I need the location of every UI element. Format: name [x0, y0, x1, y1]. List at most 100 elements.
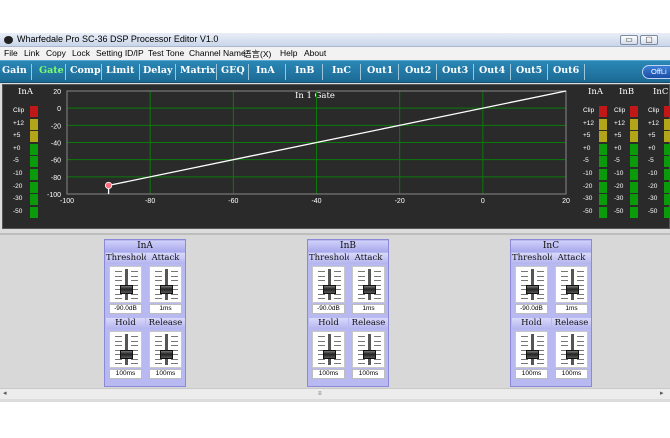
fader-tick: [334, 340, 341, 342]
tab-inb[interactable]: InB: [295, 65, 314, 76]
minimize-button[interactable]: ▭: [620, 35, 638, 45]
hold-value[interactable]: 100ms: [515, 369, 548, 379]
menu-language[interactable]: 语言(X): [243, 48, 271, 60]
tab-out2[interactable]: Out2: [405, 65, 431, 76]
tab-ina[interactable]: InA: [256, 65, 275, 76]
fader-tick: [374, 340, 381, 342]
fader-tick: [537, 336, 544, 337]
release-fader[interactable]: [352, 331, 385, 368]
attack-label: Attack: [146, 253, 185, 264]
hold-value[interactable]: 100ms: [312, 369, 345, 379]
tab-out1[interactable]: Out1: [367, 65, 393, 76]
release-value[interactable]: 100ms: [149, 369, 182, 379]
tab-separator: [175, 64, 176, 80]
right-meter-title: InB: [619, 87, 635, 97]
fader-knob[interactable]: [526, 285, 539, 294]
fader-tick: [155, 280, 162, 281]
menu-help[interactable]: Help: [280, 48, 297, 58]
right-meter-2-segment: [630, 106, 638, 117]
tab-gate[interactable]: Gate: [39, 65, 64, 76]
tab-out5[interactable]: Out5: [516, 65, 542, 76]
fader-tick: [537, 363, 544, 364]
gate-transfer-chart[interactable]: 20 0 -20 -40 -60 -80 -100-100 -80 -60 -40 -20 0 20: [3, 85, 670, 230]
fader-knob[interactable]: [566, 350, 579, 359]
x-tick-label: -60: [228, 198, 238, 205]
attack-fader[interactable]: [149, 266, 182, 303]
fader-tick: [521, 363, 528, 364]
threshold-fader[interactable]: [312, 266, 345, 303]
release-fader[interactable]: [555, 331, 588, 368]
tab-comp[interactable]: Comp: [70, 65, 101, 76]
tab-out3[interactable]: Out3: [442, 65, 468, 76]
attack-fader[interactable]: [352, 266, 385, 303]
fader-tick: [131, 298, 138, 299]
tab-geq[interactable]: GEQ: [221, 65, 245, 76]
fader-knob[interactable]: [120, 285, 133, 294]
fader-tick: [374, 271, 381, 272]
release-value[interactable]: 100ms: [352, 369, 385, 379]
menu-test-tone[interactable]: Test Tone: [148, 48, 184, 58]
tab-separator: [31, 64, 32, 80]
attack-value[interactable]: 1ms: [149, 304, 182, 314]
tab-delay[interactable]: Delay: [143, 65, 173, 76]
fader-tick: [171, 345, 178, 346]
scroll-right-arrow-icon[interactable]: ▸: [660, 389, 664, 397]
fader-knob[interactable]: [160, 350, 173, 359]
menu-copy[interactable]: Copy: [46, 48, 66, 58]
release-value[interactable]: 100ms: [555, 369, 588, 379]
attack-value[interactable]: 1ms: [555, 304, 588, 314]
horizontal-scrollbar[interactable]: ◂ ≡ ▸: [0, 388, 670, 399]
fader-knob[interactable]: [160, 285, 173, 294]
tab-gain[interactable]: Gain: [2, 65, 27, 76]
tab-inc[interactable]: InC: [332, 65, 351, 76]
hold-value[interactable]: 100ms: [109, 369, 142, 379]
fader-knob[interactable]: [526, 350, 539, 359]
right-meter-1-scale-label: +5: [583, 132, 591, 140]
fader-knob[interactable]: [363, 350, 376, 359]
right-meter-1-scale-label: -50: [583, 207, 593, 215]
threshold-value[interactable]: -90.0dB: [109, 304, 142, 314]
tab-limit[interactable]: Limit: [106, 65, 134, 76]
attack-fader[interactable]: [555, 266, 588, 303]
fader-knob[interactable]: [323, 285, 336, 294]
menu-file[interactable]: File: [4, 48, 18, 58]
release-fader[interactable]: [149, 331, 182, 368]
scroll-left-arrow-icon[interactable]: ◂: [3, 389, 7, 397]
threshold-handle[interactable]: [104, 181, 113, 190]
fader-knob[interactable]: [120, 350, 133, 359]
fader-tick: [358, 275, 365, 277]
tab-out4[interactable]: Out4: [479, 65, 505, 76]
hold-fader[interactable]: [515, 331, 548, 368]
tab-matrix[interactable]: Matrix: [180, 65, 215, 76]
fader-tick: [358, 340, 365, 342]
threshold-value[interactable]: -90.0dB: [312, 304, 345, 314]
threshold-label: Threshold: [309, 253, 353, 264]
fader-knob[interactable]: [363, 285, 376, 294]
menu-channel-name[interactable]: Channel Name: [189, 48, 246, 58]
scroll-grip-icon[interactable]: ≡: [318, 391, 327, 397]
fader-tick: [358, 298, 365, 299]
tab-out6[interactable]: Out6: [553, 65, 579, 76]
threshold-fader[interactable]: [515, 266, 548, 303]
tab-bar: Gain Gate Comp Limit Delay Matrix GEQ In…: [0, 60, 670, 89]
menu-about[interactable]: About: [304, 48, 326, 58]
menu-lock[interactable]: Lock: [72, 48, 90, 58]
attack-value[interactable]: 1ms: [352, 304, 385, 314]
right-meter-2-segment: [630, 194, 638, 206]
maximize-button[interactable]: ▢: [640, 35, 658, 45]
fader-knob[interactable]: [566, 285, 579, 294]
fader-knob[interactable]: [323, 350, 336, 359]
menu-link[interactable]: Link: [24, 48, 40, 58]
fader-tick: [318, 340, 325, 342]
offline-button[interactable]: OffLi: [642, 65, 670, 79]
right-meter-2-scale-label: -5: [614, 157, 620, 165]
hold-fader[interactable]: [109, 331, 142, 368]
right-meter-2-segment: [630, 156, 638, 168]
hold-fader[interactable]: [312, 331, 345, 368]
threshold-fader[interactable]: [109, 266, 142, 303]
menu-setting-id-ip[interactable]: Setting ID/IP: [96, 48, 144, 58]
attack-control: Attack 1ms: [349, 253, 388, 317]
fader-tick: [171, 340, 178, 342]
threshold-value[interactable]: -90.0dB: [515, 304, 548, 314]
x-tick-label: 20: [562, 198, 570, 205]
